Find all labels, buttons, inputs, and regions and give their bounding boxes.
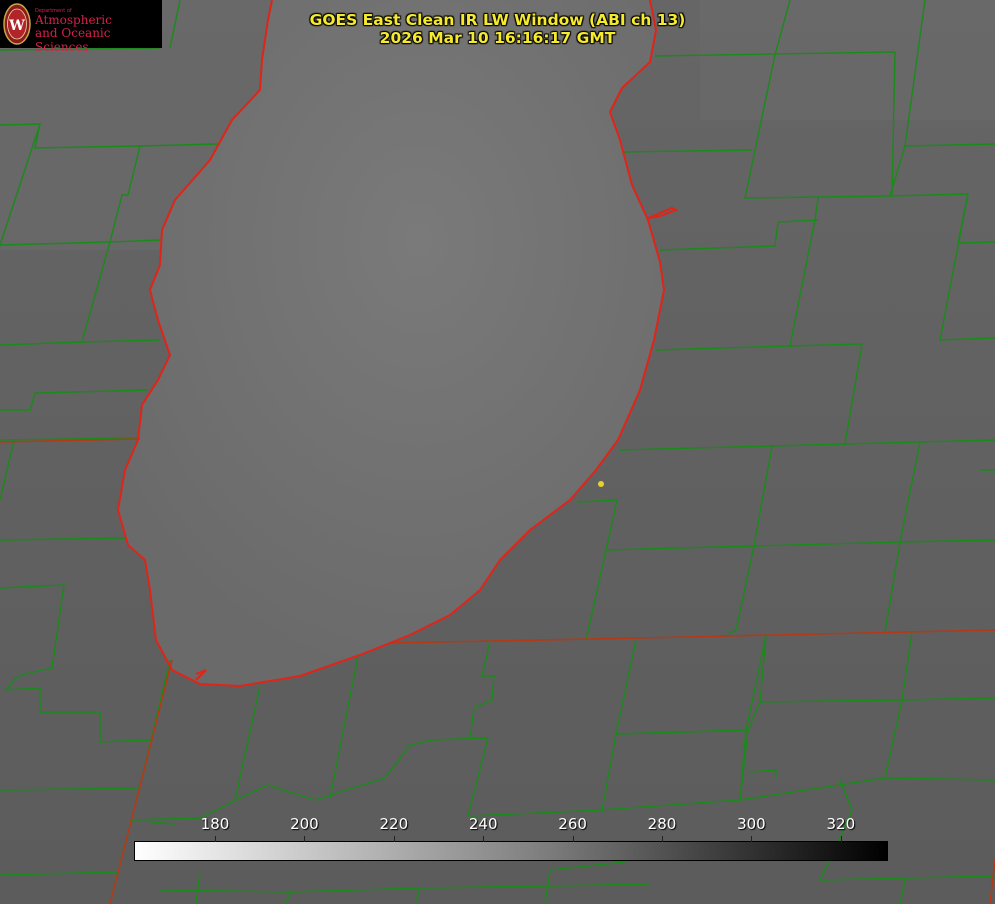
colorbar-tick-label: 320 — [826, 815, 856, 833]
colorbar-tick-label: 180 — [200, 815, 230, 833]
location-marker — [598, 481, 604, 487]
colorbar-tick-label: 220 — [379, 815, 409, 833]
colorbar-tick-label: 200 — [290, 815, 319, 833]
colorbar-tick-mark — [840, 836, 842, 842]
title-line1: GOES East Clean IR LW Window (ABI ch 13) — [309, 11, 686, 29]
colorbar-tick-mark — [215, 836, 216, 842]
colorbar-tick-label: 240 — [468, 815, 498, 833]
title-line2: 2026 Mar 10 16:16:17 GMT — [379, 29, 616, 47]
colorbar-tick-mark — [572, 836, 574, 842]
colorbar-tick-label: 260 — [558, 815, 587, 833]
image-title: GOES East Clean IR LW Window (ABI ch 13)… — [0, 11, 995, 47]
colorbar-tick-label: 280 — [647, 815, 677, 833]
colorbar-labels: 180 200 220 240 260 280 300 320 — [0, 815, 995, 835]
colorbar — [134, 841, 888, 861]
colorbar-tick-mark — [393, 836, 395, 842]
colorbar-tick-mark — [483, 836, 485, 842]
satellite-map — [0, 0, 995, 904]
colorbar-tick-mark — [751, 836, 753, 842]
colorbar-tick-mark — [662, 836, 663, 842]
colorbar-ticks — [0, 836, 995, 842]
colorbar-tick-label: 300 — [737, 815, 766, 833]
colorbar-tick-mark — [304, 836, 306, 842]
